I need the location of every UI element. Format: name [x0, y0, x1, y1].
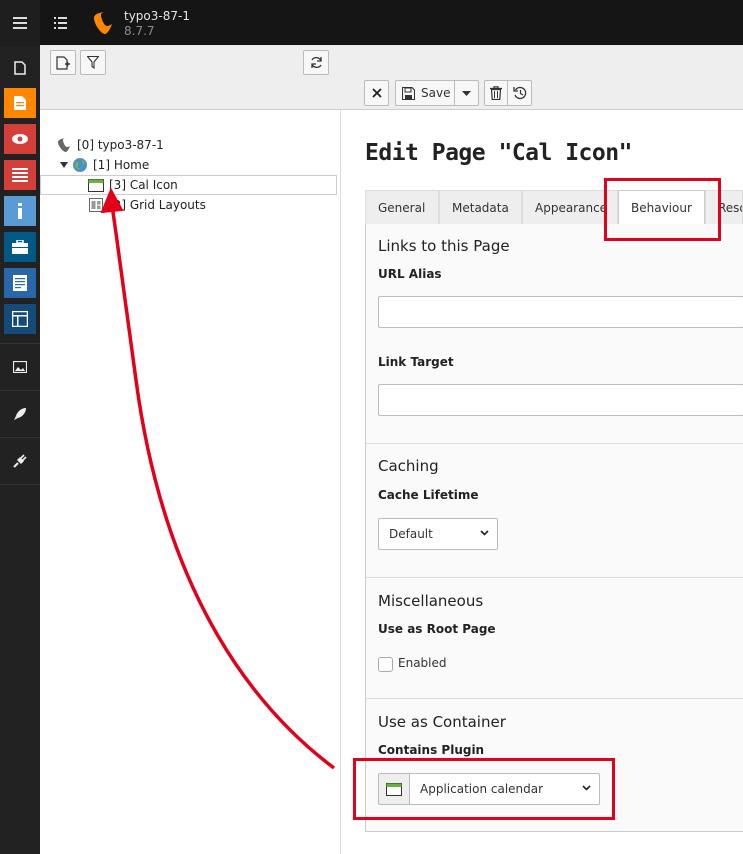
- section-title: Miscellaneous: [378, 592, 484, 610]
- module-layout[interactable]: [4, 304, 36, 334]
- menu-toggle-button[interactable]: [0, 0, 40, 45]
- layout-icon: [12, 311, 28, 327]
- trash-icon: [490, 86, 502, 100]
- tree-node-grid-layouts[interactable]: [2] Grid Layouts: [88, 195, 206, 215]
- caret-down-icon: [462, 90, 471, 96]
- highlight-behaviour-tab: [604, 178, 721, 241]
- save-options-button[interactable]: [454, 80, 479, 106]
- tree-node-label: [3] Cal Icon: [109, 178, 178, 192]
- site-version: 8.7.7: [124, 24, 155, 38]
- refresh-tree-button[interactable]: [303, 50, 329, 75]
- tree-node-cal-icon[interactable]: [3] Cal Icon: [88, 175, 178, 195]
- file-icon: [14, 61, 26, 75]
- calendar-icon: [88, 177, 104, 193]
- new-page-icon: [56, 55, 70, 70]
- section-miscellaneous: Miscellaneous Use as Root Page Enabled: [366, 578, 743, 699]
- typo3-logo-icon[interactable]: [90, 10, 114, 36]
- history-icon: [512, 86, 526, 100]
- page-title: Edit Page "Cal Icon": [365, 140, 632, 166]
- list-icon: [12, 168, 28, 182]
- filter-button[interactable]: [80, 50, 106, 75]
- rocket-icon: [14, 408, 26, 420]
- image-icon: [13, 361, 27, 373]
- expand-caret-icon[interactable]: [60, 162, 68, 168]
- module-view[interactable]: [4, 124, 36, 154]
- tree-node-label: [2] Grid Layouts: [109, 198, 206, 212]
- link-target-label: Link Target: [378, 355, 454, 369]
- top-bar: typo3-87-1 8.7.7: [0, 0, 743, 45]
- module-info[interactable]: [4, 196, 36, 226]
- tree-node-root[interactable]: [0] typo3-87-1: [56, 135, 164, 155]
- history-button[interactable]: [507, 80, 532, 106]
- section-title: Use as Container: [378, 713, 506, 731]
- filter-icon: [87, 56, 99, 69]
- save-button-label: Save: [421, 86, 451, 100]
- module-workspaces[interactable]: [4, 232, 36, 262]
- close-button[interactable]: [364, 80, 389, 106]
- tab-metadata[interactable]: Metadata: [439, 190, 522, 224]
- info-icon: [18, 203, 22, 219]
- tab-general[interactable]: General: [365, 190, 439, 224]
- cache-lifetime-select[interactable]: Default: [378, 518, 498, 550]
- module-divider: [0, 390, 40, 391]
- new-page-button[interactable]: [50, 50, 76, 75]
- link-target-input[interactable]: [378, 384, 743, 416]
- tree-node-label: [1] Home: [93, 158, 150, 172]
- briefcase-icon: [12, 240, 28, 254]
- module-install-tool[interactable]: [0, 446, 40, 476]
- tree-node-label: [0] typo3-87-1: [77, 138, 164, 152]
- module-divider: [0, 484, 40, 485]
- contains-plugin-label: Contains Plugin: [378, 743, 485, 757]
- template-icon: [13, 275, 27, 291]
- highlight-contains-plugin: [353, 758, 615, 820]
- checkbox-label: Enabled: [398, 656, 447, 670]
- section-title: Links to this Page: [378, 237, 510, 255]
- url-alias-input[interactable]: [378, 296, 743, 328]
- tree-list-icon: [53, 16, 67, 29]
- section-title: Caching: [378, 457, 439, 475]
- pagetree-toggle-button[interactable]: [40, 0, 80, 45]
- module-filelist[interactable]: [0, 352, 40, 382]
- save-icon: [402, 86, 415, 100]
- section-links: Links to this Page URL Alias Link Target: [366, 224, 743, 444]
- globe-icon: [72, 157, 88, 173]
- site-name: typo3-87-1: [124, 9, 190, 23]
- plug-icon: [13, 454, 27, 468]
- refresh-icon: [310, 56, 322, 69]
- module-divider: [0, 343, 40, 344]
- delete-button[interactable]: [484, 80, 508, 106]
- section-caching: Caching Cache Lifetime Default: [366, 444, 743, 578]
- module-file[interactable]: [0, 53, 40, 83]
- url-alias-label: URL Alias: [378, 267, 442, 281]
- page-tree-panel: [0] typo3-87-1 [1] Home [3] Cal Icon [2]…: [40, 45, 341, 854]
- typo3-root-icon: [56, 137, 72, 153]
- tree-toolbar: [40, 45, 341, 110]
- page-icon: [14, 96, 26, 110]
- root-page-checkbox[interactable]: [378, 657, 393, 672]
- root-page-label: Use as Root Page: [378, 622, 496, 636]
- grid-page-icon: [88, 197, 104, 213]
- module-page[interactable]: [4, 88, 36, 118]
- module-extension-manager[interactable]: [0, 399, 40, 429]
- selected-tree-row: [40, 175, 337, 195]
- save-button[interactable]: Save: [395, 80, 455, 106]
- chevron-down-icon: [480, 530, 489, 536]
- module-template[interactable]: [4, 268, 36, 298]
- tree-node-home[interactable]: [1] Home: [60, 155, 149, 175]
- doc-header-toolbar: Save: [341, 45, 743, 110]
- module-list[interactable]: [4, 160, 36, 190]
- cache-lifetime-label: Cache Lifetime: [378, 488, 479, 502]
- select-value: Default: [389, 527, 433, 541]
- module-divider: [0, 437, 40, 438]
- hamburger-icon: [13, 16, 27, 29]
- behaviour-form: Links to this Page URL Alias Link Target…: [365, 224, 743, 832]
- eye-icon: [12, 134, 28, 144]
- close-icon: [371, 88, 382, 98]
- module-menu: [0, 45, 40, 854]
